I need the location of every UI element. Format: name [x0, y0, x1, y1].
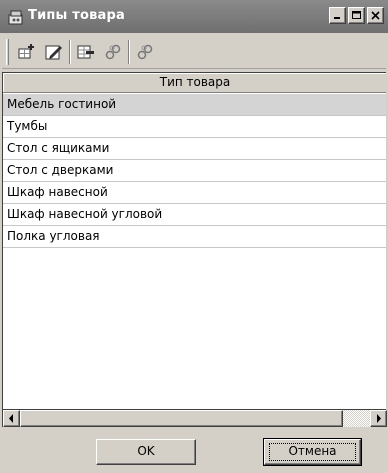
- toolbar: [2, 35, 386, 69]
- table-row[interactable]: Полка угловая: [3, 226, 386, 248]
- window-controls: [329, 7, 384, 24]
- table-row[interactable]: Тумбы: [3, 116, 386, 138]
- table-row[interactable]: Шкаф навесной угловой: [3, 204, 386, 226]
- maximize-icon[interactable]: [348, 7, 365, 24]
- dialog-window: Типы товара Тип товара Мебель гостиной Т…: [0, 0, 388, 473]
- product-types-grid: Тип товара Мебель гостиной Тумбы Стол с …: [2, 72, 386, 410]
- toolbar-separator: [128, 40, 130, 64]
- scrollbar-thumb[interactable]: [20, 410, 343, 427]
- edit-icon[interactable]: [42, 40, 66, 64]
- table-row[interactable]: Мебель гостиной: [3, 94, 386, 116]
- minimize-icon[interactable]: [329, 7, 346, 24]
- add-icon[interactable]: [15, 40, 39, 64]
- cancel-button[interactable]: Отмена: [263, 438, 362, 466]
- toolbar-separator: [69, 40, 71, 64]
- table-row[interactable]: Шкаф навесной: [3, 182, 386, 204]
- horizontal-scrollbar[interactable]: [2, 410, 387, 427]
- unlink-icon[interactable]: [133, 40, 157, 64]
- dialog-footer: OK Отмена: [0, 428, 388, 473]
- app-icon: [8, 9, 24, 25]
- table-row[interactable]: Стол с дверками: [3, 160, 386, 182]
- delete-icon[interactable]: [74, 40, 98, 64]
- close-icon[interactable]: [367, 7, 384, 24]
- table-row[interactable]: Стол с ящиками: [3, 138, 386, 160]
- ok-button[interactable]: OK: [96, 439, 196, 465]
- column-header-product-type[interactable]: Тип товара: [3, 73, 386, 93]
- link-icon[interactable]: [101, 40, 125, 64]
- scrollbar-track[interactable]: [343, 410, 370, 427]
- focus-rect: [269, 443, 356, 461]
- title-bar[interactable]: Типы товара: [0, 0, 388, 33]
- scroll-left-icon[interactable]: [3, 410, 20, 427]
- window-title: Типы товара: [28, 8, 125, 23]
- toolbar-grip[interactable]: [6, 39, 9, 65]
- scroll-right-icon[interactable]: [370, 410, 387, 427]
